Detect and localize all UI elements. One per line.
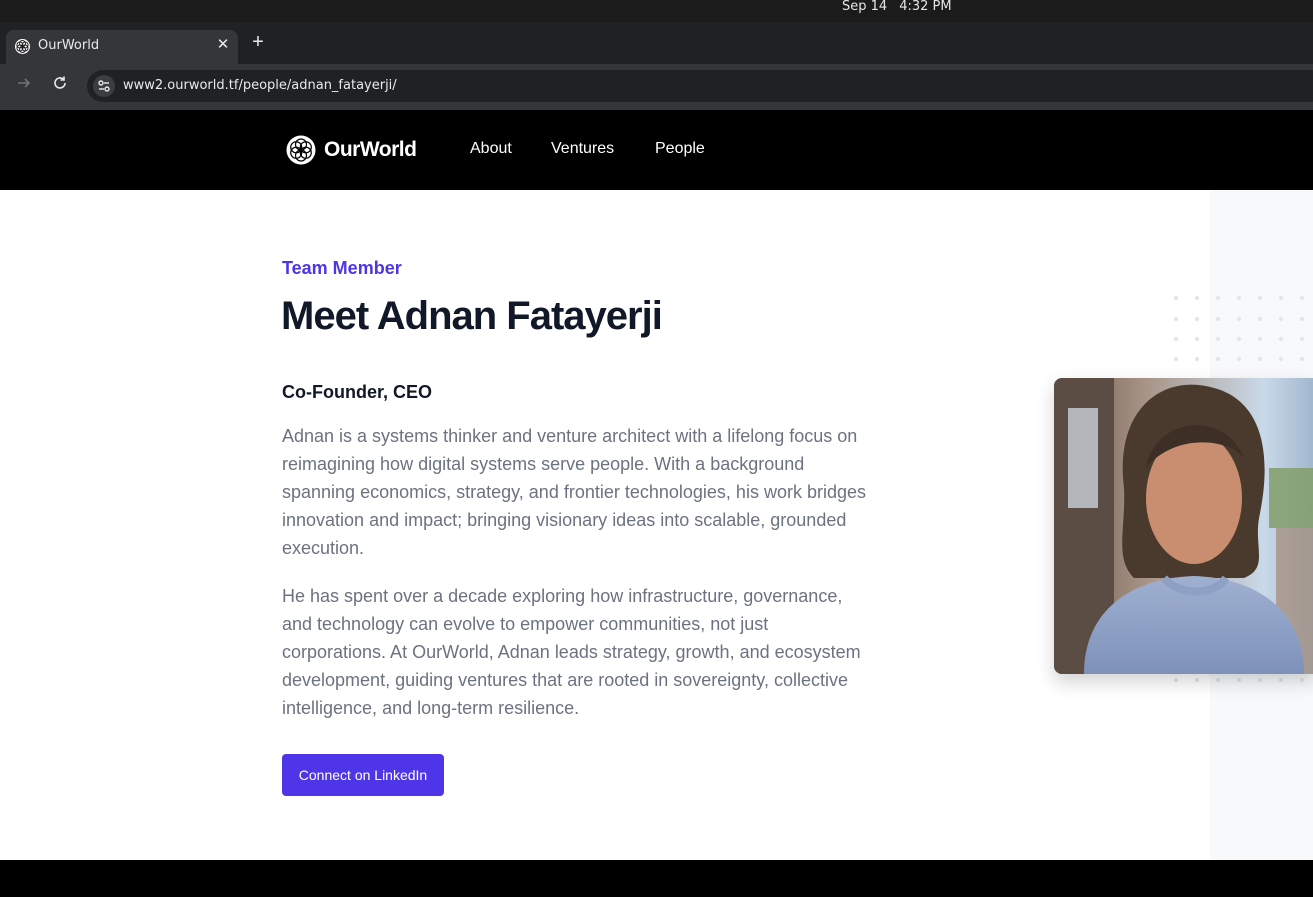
site-header: OurWorld About Ventures People bbox=[0, 110, 1313, 190]
dot-pattern bbox=[1174, 296, 1304, 361]
browser-toolbar: www2.ourworld.tf/people/adnan_fatayerji/ bbox=[0, 64, 1313, 110]
site-footer bbox=[0, 860, 1313, 897]
site-logo[interactable]: OurWorld bbox=[286, 134, 417, 166]
profile-photo bbox=[1054, 378, 1313, 674]
os-top-bar: Sep 14 4:32 PM bbox=[0, 0, 1313, 22]
close-icon[interactable]: ✕ bbox=[213, 35, 233, 55]
browser-tabstrip: OurWorld ✕ + bbox=[0, 22, 1313, 64]
eyebrow-label: Team Member bbox=[282, 258, 402, 278]
browser-tab[interactable]: OurWorld ✕ bbox=[6, 30, 238, 64]
profile-section: Team Member Meet Adnan Fatayerji Co-Foun… bbox=[0, 190, 1313, 860]
reload-icon[interactable] bbox=[48, 75, 72, 99]
logo-text: OurWorld bbox=[324, 138, 417, 161]
os-time: 4:32 PM bbox=[899, 0, 952, 14]
bio-paragraph-1: Adnan is a systems thinker and venture a… bbox=[282, 426, 866, 558]
os-clock[interactable]: Sep 14 4:32 PM bbox=[842, 0, 964, 14]
tune-icon[interactable] bbox=[93, 75, 115, 97]
nav-link-people[interactable]: People bbox=[655, 140, 705, 158]
nav-link-ventures[interactable]: Ventures bbox=[551, 140, 614, 158]
new-tab-button[interactable]: + bbox=[248, 32, 268, 52]
flower-logo-icon bbox=[286, 135, 316, 165]
role-title: Co-Founder, CEO bbox=[282, 382, 432, 402]
page-title: Meet Adnan Fatayerji bbox=[281, 294, 663, 338]
os-date: Sep 14 bbox=[842, 0, 888, 14]
dot-pattern bbox=[1174, 678, 1304, 682]
bio-paragraph-2: He has spent over a decade exploring how… bbox=[282, 586, 861, 718]
nav-link-about[interactable]: About bbox=[470, 140, 512, 158]
flower-logo-icon bbox=[15, 39, 30, 54]
address-bar[interactable]: www2.ourworld.tf/people/adnan_fatayerji/ bbox=[87, 70, 1313, 102]
arrow-right-icon[interactable] bbox=[12, 75, 36, 99]
linkedin-button[interactable]: Connect on LinkedIn bbox=[282, 754, 444, 796]
url-text[interactable]: www2.ourworld.tf/people/adnan_fatayerji/ bbox=[123, 78, 397, 93]
tab-title: OurWorld bbox=[38, 38, 100, 53]
